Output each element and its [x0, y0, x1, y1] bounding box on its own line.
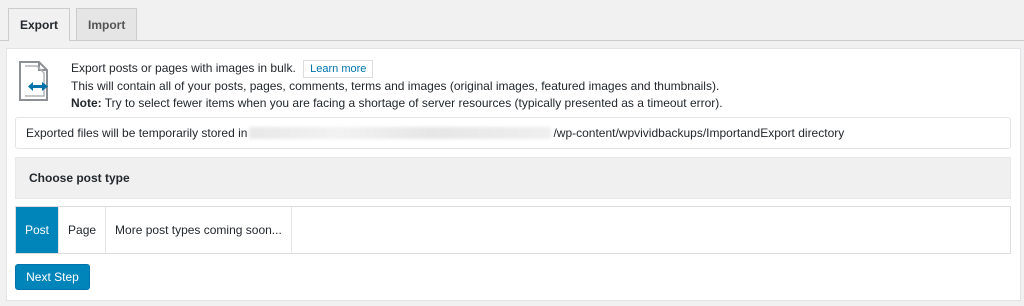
post-type-more: More post types coming soon... — [106, 207, 292, 253]
learn-more-link[interactable]: Learn more — [303, 60, 374, 78]
tab-export-label: Export — [20, 18, 59, 32]
post-type-page-label: Page — [68, 223, 97, 237]
post-type-more-label: More post types coming soon... — [115, 223, 282, 237]
note-label: Note: — [71, 96, 102, 110]
intro-note: Note: Try to select fewer items when you… — [71, 95, 723, 112]
post-type-page[interactable]: Page — [59, 207, 107, 253]
storage-location-notice: Exported files will be temporarily store… — [15, 117, 1011, 149]
storage-suffix: /wp-content/wpvividbackups/ImportandExpo… — [553, 126, 845, 140]
intro-line-2: This will contain all of your posts, pag… — [71, 79, 720, 93]
redacted-server-path — [249, 127, 552, 139]
intro-text: Export posts or pages with images in bul… — [71, 60, 723, 112]
post-type-post-label: Post — [25, 223, 50, 237]
tab-import[interactable]: Import — [76, 8, 138, 40]
intro-description: Export posts or pages with images in bul… — [71, 61, 296, 75]
post-type-selector: Post Page More post types coming soon... — [15, 206, 1011, 254]
tab-import-label: Import — [88, 17, 126, 32]
tab-divider — [0, 40, 1024, 41]
note-text: Try to select fewer items when you are f… — [101, 96, 723, 110]
choose-post-type-title: Choose post type — [29, 171, 130, 185]
choose-post-type-header: Choose post type — [15, 157, 1011, 199]
storage-prefix: Exported files will be temporarily store… — [26, 126, 248, 140]
tab-bar: Export Import — [8, 8, 143, 41]
next-step-button[interactable]: Next Step — [15, 264, 90, 290]
post-type-post[interactable]: Post — [16, 207, 60, 253]
tab-export[interactable]: Export — [8, 8, 71, 41]
export-panel: Export posts or pages with images in bul… — [6, 48, 1021, 301]
export-document-arrows-icon — [17, 59, 57, 105]
intro-line-1: Export posts or pages with images in bul… — [71, 60, 723, 78]
